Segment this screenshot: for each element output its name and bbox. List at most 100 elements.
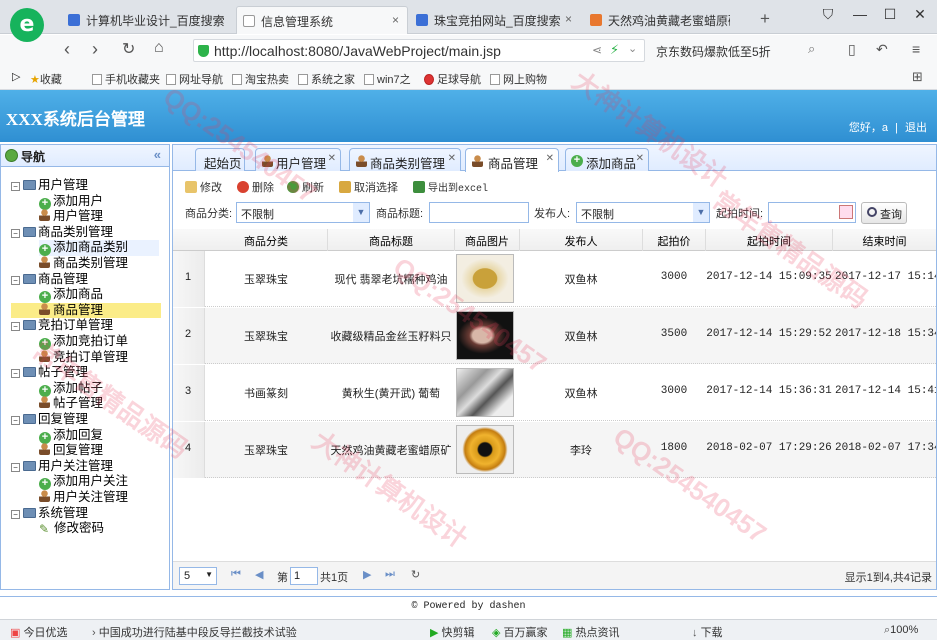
tree-group[interactable]: − 用户管理	[11, 178, 88, 194]
search-icon[interactable]: ⌕	[808, 41, 815, 57]
browser-tab-1[interactable]: 计算机毕业设计_百度搜索 ×	[62, 6, 232, 34]
bookmark-item[interactable]: win7之	[364, 71, 411, 87]
status-item[interactable]: ↓ 下载	[692, 624, 723, 640]
forward-icon[interactable]: ›	[92, 39, 98, 60]
tab-home[interactable]: 起始页	[195, 148, 245, 171]
tab-category-manage[interactable]: 商品类别管理 ✕	[349, 148, 461, 171]
tree-group[interactable]: − 用户关注管理	[11, 459, 113, 475]
collapse-toggle-icon[interactable]: −	[11, 275, 20, 285]
minimize-icon[interactable]: —	[850, 6, 870, 26]
tree-item[interactable]: 用户关注管理	[39, 490, 128, 506]
tab-user-manage[interactable]: 用户管理 ✕	[255, 148, 341, 171]
start-time-input[interactable]	[768, 202, 856, 223]
collapse-toggle-icon[interactable]: −	[11, 228, 20, 238]
unselect-button[interactable]: 取消选择	[339, 179, 398, 195]
bookmark-item[interactable]: 网上购物	[490, 71, 547, 87]
tree-item[interactable]: 竞拍订单管理	[39, 349, 128, 366]
tree-item[interactable]: 商品类别管理	[39, 256, 128, 272]
status-item[interactable]: ▶ 快剪辑	[430, 624, 475, 640]
tree-item[interactable]: + 添加帖子	[39, 381, 103, 397]
title-input[interactable]	[429, 202, 529, 223]
zoom-level[interactable]: ⌕100%	[884, 624, 918, 637]
category-select[interactable]: 不限制 ▼	[236, 202, 370, 223]
calendar-icon[interactable]	[839, 205, 853, 219]
undo-icon[interactable]: ↶	[876, 41, 888, 58]
sidebar-toggle-icon[interactable]: ▷	[12, 70, 20, 83]
shirt-icon[interactable]: ⛉	[818, 6, 838, 26]
collapse-toggle-icon[interactable]: −	[11, 322, 20, 332]
col-title[interactable]: 商品标题	[328, 233, 454, 249]
page-input[interactable]: 1	[290, 567, 318, 585]
tree-item[interactable]: 帖子管理	[39, 396, 103, 412]
close-icon[interactable]: ×	[217, 12, 224, 26]
tab-product-manage[interactable]: 商品管理 ✕	[465, 148, 559, 172]
tree-group[interactable]: − 竞拍订单管理	[11, 318, 113, 334]
back-icon[interactable]: ‹	[64, 39, 70, 60]
query-button[interactable]: 查询	[861, 202, 907, 224]
window-close-icon[interactable]: ✕	[910, 6, 930, 26]
bookmark-item[interactable]: 足球导航	[424, 71, 481, 87]
table-row[interactable]: 3 书画篆刻 黄秋生(黄开武) 葡萄 双鱼林 3000 2017-12-14 15:36:…	[173, 365, 936, 421]
apps-icon[interactable]: ⊞	[912, 69, 923, 85]
tree-item[interactable]: ✎ 修改密码	[39, 521, 104, 537]
tree-item[interactable]: 用户管理	[39, 209, 103, 225]
close-icon[interactable]: ✕	[636, 153, 644, 164]
tree-item[interactable]: + 添加回复	[39, 428, 103, 444]
table-row[interactable]: 2 玉翠珠宝 收藏级精品金丝玉籽料只 双鱼林 3500 2017-12-14 15:29:…	[173, 308, 936, 364]
export-button[interactable]: 导出到excel	[413, 179, 488, 195]
browser-tab-3[interactable]: 珠宝竞拍网站_百度搜索 ×	[410, 6, 580, 34]
edit-button[interactable]: 修改	[185, 179, 222, 195]
close-icon[interactable]: ✕	[546, 153, 554, 164]
tree-item[interactable]: + 添加竞拍订单	[39, 334, 128, 350]
browser-tab-2[interactable]: 信息管理系统 ×	[236, 6, 408, 34]
close-icon[interactable]: ✕	[448, 153, 456, 164]
tree-item[interactable]: 商品管理	[11, 302, 161, 319]
tree-group[interactable]: − 商品管理	[11, 272, 88, 288]
prev-page-icon[interactable]: ◀	[255, 568, 263, 581]
refresh-button[interactable]: 刷新	[287, 179, 324, 195]
collapse-panel-button[interactable]: «	[154, 147, 161, 162]
bookmark-item[interactable]: 手机收藏夹	[92, 71, 160, 87]
reload-icon[interactable]: ↻	[122, 39, 135, 59]
collapse-toggle-icon[interactable]: −	[11, 509, 20, 519]
status-item[interactable]: ▦ 热点资讯	[562, 624, 619, 640]
delete-button[interactable]: 删除	[237, 179, 274, 195]
close-icon[interactable]: ✕	[328, 153, 336, 164]
tree-item[interactable]: + 添加商品	[39, 287, 103, 304]
first-page-icon[interactable]: ⏮	[231, 568, 241, 581]
flash-icon[interactable]: ⚡	[610, 42, 619, 58]
tree-group[interactable]: − 回复管理	[11, 412, 88, 428]
today-picks[interactable]: ▣ 今日优选	[10, 624, 67, 640]
last-page-icon[interactable]: ⏭	[385, 568, 395, 581]
bookmark-item[interactable]: ★收藏	[30, 71, 62, 87]
col-end-time[interactable]: 结束时间	[833, 233, 936, 249]
bookmark-item[interactable]: 网址导航	[166, 71, 223, 87]
col-start-time[interactable]: 起拍时间	[706, 233, 832, 249]
news-ticker[interactable]: › 中国成功进行陆基中段反导拦截技术试验	[92, 624, 297, 640]
col-category[interactable]: 商品分类	[205, 233, 327, 249]
bookmark-item[interactable]: 淘宝热卖	[232, 71, 289, 87]
table-row[interactable]: 1 玉翠珠宝 现代 翡翠老坑糯种鸡油 双鱼林 3000 2017-12-14 15:09:…	[173, 251, 936, 307]
refresh-icon[interactable]: ↻	[411, 568, 420, 581]
close-icon[interactable]: ×	[392, 13, 399, 27]
tree-item[interactable]: + 添加用户	[39, 194, 103, 210]
collapse-toggle-icon[interactable]: −	[11, 182, 20, 191]
chevron-down-icon[interactable]: ⌄	[628, 42, 637, 55]
collapse-toggle-icon[interactable]: −	[11, 369, 20, 379]
search-box[interactable]: 京东数码爆款低至5折 ⌕	[648, 39, 830, 62]
bookmark-item[interactable]: 系统之家	[298, 71, 355, 87]
tree-item[interactable]: + 添加商品类别	[39, 240, 159, 257]
tree-group[interactable]: − 帖子管理	[11, 365, 88, 381]
tab-add-product[interactable]: + 添加商品 ✕	[565, 148, 649, 171]
col-image[interactable]: 商品图片	[455, 233, 519, 249]
phone-icon[interactable]: ▯	[848, 41, 856, 58]
tree-item[interactable]: + 添加用户关注	[39, 474, 128, 491]
col-price[interactable]: 起拍价	[643, 233, 705, 249]
logout-link[interactable]: 退出	[905, 122, 927, 134]
tree-item[interactable]: 回复管理	[39, 443, 103, 459]
status-item[interactable]: ◈ 百万赢家	[492, 624, 548, 640]
next-page-icon[interactable]: ▶	[363, 568, 371, 581]
close-icon[interactable]: ×	[565, 12, 572, 26]
page-size-select[interactable]: 5 ▼	[179, 567, 217, 585]
publisher-select[interactable]: 不限制 ▼	[576, 202, 710, 223]
